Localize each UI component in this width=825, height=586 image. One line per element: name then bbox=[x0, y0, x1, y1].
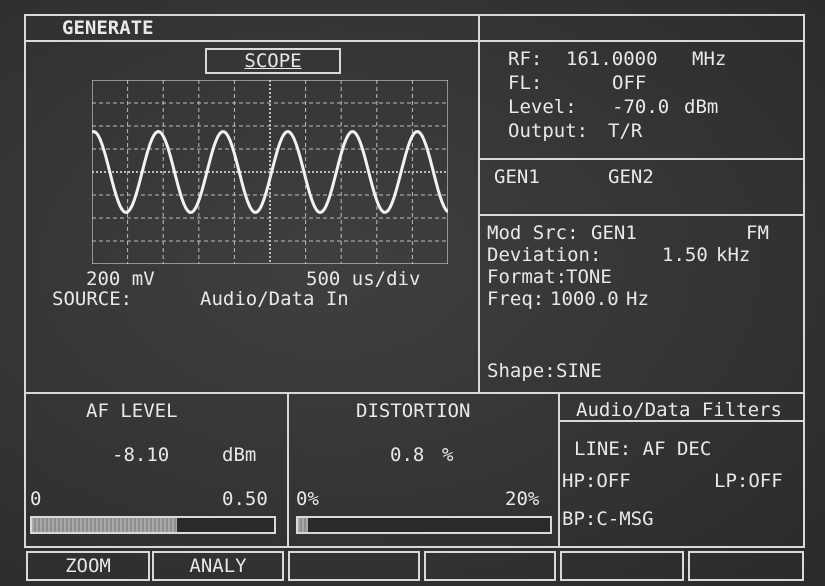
level-label: Level: bbox=[508, 96, 577, 118]
format-label: Format: bbox=[487, 266, 568, 288]
dist-divider bbox=[558, 392, 560, 548]
softkey-analy-label: ANALY bbox=[189, 555, 247, 577]
bottom-section-divider bbox=[24, 392, 805, 394]
tab-gen1[interactable]: GEN1 bbox=[494, 166, 540, 188]
softkey-6[interactable] bbox=[688, 551, 804, 581]
af-level-title: AF LEVEL bbox=[86, 400, 178, 422]
output-label: Output: bbox=[508, 120, 589, 142]
rf-divider bbox=[478, 158, 805, 160]
fl-value[interactable]: OFF bbox=[612, 72, 646, 94]
scope-label-button[interactable]: SCOPE bbox=[205, 48, 341, 74]
tab-gen2[interactable]: GEN2 bbox=[608, 166, 654, 188]
shape-label: Shape: bbox=[487, 360, 556, 382]
mod-src-value[interactable]: GEN1 bbox=[591, 222, 637, 244]
filter-hp[interactable]: HP:OFF bbox=[562, 470, 631, 492]
scope-source-label: SOURCE: bbox=[52, 288, 133, 310]
rf-value[interactable]: 161.0000 bbox=[566, 48, 658, 70]
scope-time-div: 500 us/div bbox=[306, 268, 421, 290]
af-divider bbox=[287, 392, 289, 548]
mod-type[interactable]: FM bbox=[746, 222, 769, 244]
filter-line[interactable]: LINE: AF DEC bbox=[574, 438, 711, 460]
softkey-zoom[interactable]: ZOOM bbox=[26, 551, 150, 581]
af-level-value: -8.10 bbox=[112, 444, 170, 466]
header-divider bbox=[24, 40, 805, 42]
scope-display bbox=[92, 80, 448, 264]
distortion-bar-fill bbox=[298, 518, 309, 532]
level-unit: dBm bbox=[684, 96, 719, 118]
af-level-scale-min: 0 bbox=[30, 488, 42, 510]
distortion-scale-max: 20% bbox=[505, 488, 540, 510]
softkey-4[interactable] bbox=[424, 551, 556, 581]
distortion-scale-min: 0% bbox=[296, 488, 319, 510]
analyzer-screen: GENERATE SCOPE 200 mV 500 us/div SOURCE:… bbox=[0, 0, 825, 586]
shape-value[interactable]: SINE bbox=[556, 360, 602, 382]
scope-label: SCOPE bbox=[244, 50, 302, 72]
af-level-bar-fill bbox=[32, 518, 178, 532]
output-value[interactable]: T/R bbox=[608, 120, 642, 142]
softkey-5[interactable] bbox=[560, 551, 684, 581]
distortion-bar bbox=[296, 516, 552, 534]
softkey-3[interactable] bbox=[288, 551, 420, 581]
deviation-unit: kHz bbox=[716, 244, 751, 266]
distortion-value: 0.8 bbox=[390, 444, 425, 466]
af-level-unit: dBm bbox=[222, 444, 257, 466]
af-level-bar bbox=[30, 516, 276, 534]
header-title: GENERATE bbox=[62, 17, 154, 39]
level-value[interactable]: -70.0 bbox=[612, 96, 669, 118]
deviation-label: Deviation: bbox=[487, 244, 602, 266]
filter-bp[interactable]: BP:C-MSG bbox=[562, 508, 654, 530]
af-level-scale-max: 0.50 bbox=[222, 488, 268, 510]
scope-volts-div: 200 mV bbox=[86, 268, 155, 290]
format-value[interactable]: TONE bbox=[566, 266, 612, 288]
rf-label: RF: bbox=[508, 48, 543, 70]
softkey-analy[interactable]: ANALY bbox=[152, 551, 284, 581]
deviation-value[interactable]: 1.50 bbox=[662, 244, 708, 266]
right-panel-divider bbox=[478, 14, 480, 394]
distortion-unit: % bbox=[442, 444, 454, 466]
freq-label: Freq: bbox=[487, 288, 545, 310]
freq-unit: Hz bbox=[626, 288, 649, 310]
distortion-title: DISTORTION bbox=[356, 400, 471, 422]
scope-source-value[interactable]: Audio/Data In bbox=[200, 288, 349, 310]
filter-lp[interactable]: LP:OFF bbox=[714, 470, 783, 492]
freq-value[interactable]: 1000.0 bbox=[550, 288, 619, 310]
mod-src-label: Mod Src: bbox=[487, 222, 579, 244]
softkey-zoom-label: ZOOM bbox=[65, 555, 111, 577]
filters-title: Audio/Data Filters bbox=[576, 399, 782, 421]
gen-divider bbox=[478, 214, 805, 216]
fl-label: FL: bbox=[508, 72, 543, 94]
rf-unit: MHz bbox=[692, 48, 727, 70]
